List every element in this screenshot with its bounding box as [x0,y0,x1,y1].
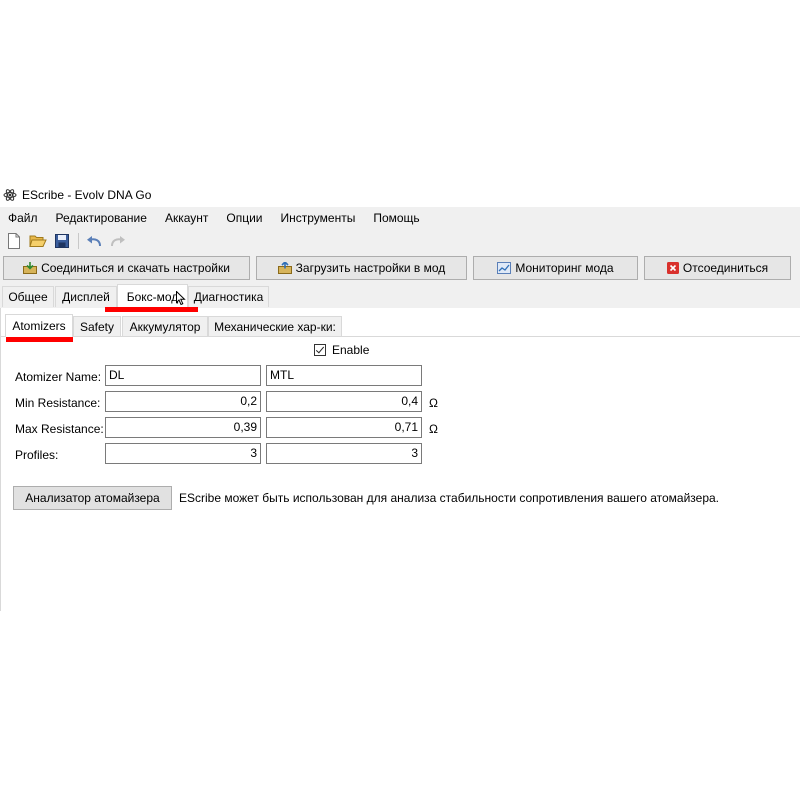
max-resistance-unit: Ω [429,422,438,436]
tab-atomizers-label: Atomizers [12,319,66,333]
atomizer-analyzer-button[interactable]: Анализатор атомайзера [13,486,172,510]
min-resistance-2-input[interactable]: 0,4 [266,391,422,412]
new-file-icon[interactable] [4,231,24,251]
tab-diagnostics-label: Диагностика [193,290,264,304]
min-resistance-label: Min Resistance: [15,396,101,410]
upload-settings-label: Загрузить настройки в мод [295,261,446,275]
upload-settings-button[interactable]: Загрузить настройки в мод [256,256,467,280]
menu-options[interactable]: Опции [217,207,271,229]
atom-app-icon [3,188,17,202]
analyzer-description: EScribe может быть использован для анали… [179,491,720,505]
app-window: EScribe - Evolv DNA Go Файл Редактирован… [0,183,800,611]
menu-bar: Файл Редактирование Аккаунт Опции Инстру… [0,207,800,229]
download-box-icon [23,262,38,274]
menu-file[interactable]: Файл [0,207,47,229]
menu-tools[interactable]: Инструменты [272,207,365,229]
disconnect-button[interactable]: Отсоединиться [644,256,791,280]
window-title: EScribe - Evolv DNA Go [22,188,152,202]
monitor-mod-button[interactable]: Мониторинг мода [473,256,638,280]
save-disk-icon[interactable] [52,231,72,251]
menu-help[interactable]: Помощь [364,207,428,229]
tab-diagnostics[interactable]: Диагностика [188,286,269,307]
connect-download-button[interactable]: Соединиться и скачать настройки [3,256,250,280]
monitor-chart-icon [497,262,512,274]
highlight-under-atomizers-tab [6,337,73,342]
tab-battery-label: Аккумулятор [129,319,201,334]
atomizer-name-2-input[interactable]: MTL [266,365,422,386]
open-folder-icon[interactable] [28,231,48,251]
box-mod-panel: Atomizers Safety Аккумулятор Механически… [0,308,800,611]
tab-safety[interactable]: Safety [73,316,121,336]
enable-checkbox[interactable] [314,344,326,356]
tab-mechanical-specs-label: Механические хар-ки: [214,319,336,334]
main-tab-bar: Общее Дисплей Бокс-мод Диагностика [0,284,800,309]
tab-box-mod-label: Бокс-мод [126,290,179,304]
title-bar: EScribe - Evolv DNA Go [0,183,800,207]
max-resistance-1-input[interactable]: 0,39 [105,417,261,438]
tab-display[interactable]: Дисплей [55,286,117,307]
action-buttons: Соединиться и скачать настройки Загрузит… [0,256,800,282]
profiles-label: Profiles: [15,448,59,462]
connect-download-label: Соединиться и скачать настройки [41,261,230,275]
max-resistance-2-input[interactable]: 0,71 [266,417,422,438]
profiles-1-input[interactable]: 3 [105,443,261,464]
max-resistance-label: Max Resistance: [15,422,104,436]
toolbar-separator [78,233,79,249]
atomizer-name-label: Atomizer Name: [15,370,102,384]
monitor-mod-label: Мониторинг мода [515,261,614,275]
undo-icon[interactable] [84,231,104,251]
tab-display-label: Дисплей [62,290,110,304]
min-resistance-1-input[interactable]: 0,2 [105,391,261,412]
tab-battery[interactable]: Аккумулятор [122,316,208,336]
sub-tab-bar: Atomizers Safety Аккумулятор Механически… [1,314,800,337]
disconnect-label: Отсоединиться [682,261,769,275]
tab-general[interactable]: Общее [2,286,54,307]
enable-label: Enable [332,343,370,357]
atomizer-analyzer-label: Анализатор атомайзера [25,491,160,505]
toolbar [0,229,800,253]
close-red-icon [666,262,679,274]
upload-box-icon [277,262,292,274]
min-resistance-unit: Ω [429,396,438,410]
profiles-2-input[interactable]: 3 [266,443,422,464]
tab-atomizers[interactable]: Atomizers [5,314,73,337]
enable-checkbox-row[interactable]: Enable [314,342,369,358]
tab-general-label: Общее [8,290,48,304]
tab-safety-label: Safety [79,319,115,334]
tab-mechanical-specs[interactable]: Механические хар-ки: [208,316,342,336]
menu-edit[interactable]: Редактирование [47,207,156,229]
atomizer-name-1-input[interactable]: DL [105,365,261,386]
highlight-under-box-mod-tab [105,307,198,312]
redo-icon[interactable] [108,231,128,251]
menu-account[interactable]: Аккаунт [156,207,217,229]
